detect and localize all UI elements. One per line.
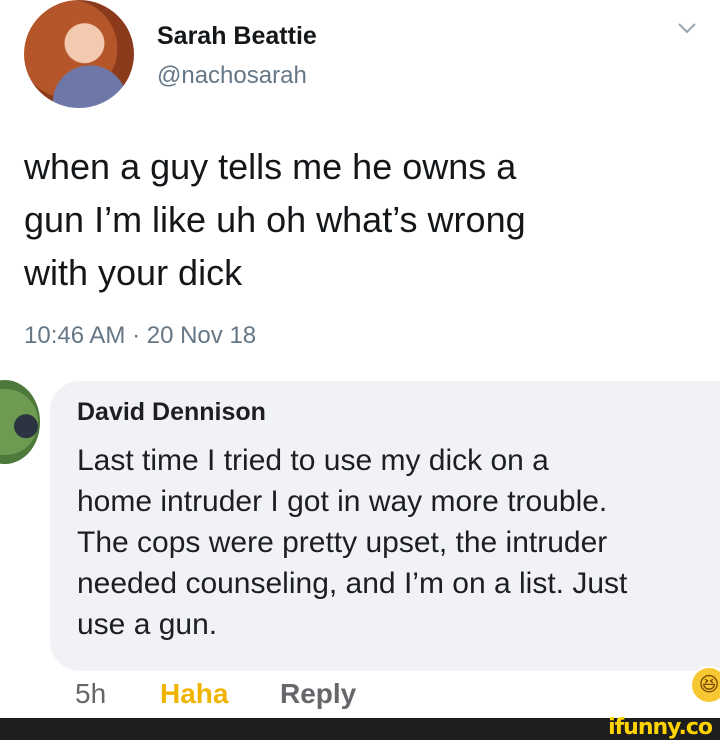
comment-text-line: The cops were pretty upset, the intruder <box>77 526 608 559</box>
tweet-text-line: with your dick <box>24 252 243 293</box>
tweet-author-name[interactable]: Sarah Beattie <box>157 22 317 51</box>
tweet-author-avatar[interactable] <box>24 0 134 108</box>
watermark-bar: ifunny.co <box>0 715 720 740</box>
comment-time[interactable]: 5h <box>75 678 106 710</box>
comment-text: Last time I tried to use my dick on a ho… <box>77 440 720 645</box>
tweet-author-handle[interactable]: @nachosarah <box>157 62 307 90</box>
tweet-text-line: gun I’m like uh oh what’s wrong <box>24 199 526 240</box>
ifunny-watermark: ifunny.co <box>608 715 713 740</box>
comment-text-line: needed counseling, and I’m on a list. Ju… <box>77 567 628 600</box>
tweet-text-line: when a guy tells me he owns a <box>24 146 517 187</box>
laughing-emoji-icon[interactable]: 😆 <box>690 666 720 704</box>
tweet-timestamp[interactable]: 10:46 AM · 20 Nov 18 <box>24 322 256 350</box>
chevron-down-icon[interactable] <box>676 20 698 36</box>
comment-text-line: home intruder I got in way more trouble. <box>77 485 608 518</box>
haha-reaction-button[interactable]: Haha <box>160 678 228 710</box>
tweet-text: when a guy tells me he owns a gun I’m li… <box>24 140 704 299</box>
tweet-card: Sarah Beattie @nachosarah when a guy tel… <box>0 0 720 380</box>
comment-author-avatar[interactable] <box>0 380 40 464</box>
reply-button[interactable]: Reply <box>280 678 356 710</box>
comment-text-line: Last time I tried to use my dick on a <box>77 444 549 477</box>
comment-author-name[interactable]: David Dennison <box>77 398 266 427</box>
comment-text-line: use a gun. <box>77 608 218 641</box>
